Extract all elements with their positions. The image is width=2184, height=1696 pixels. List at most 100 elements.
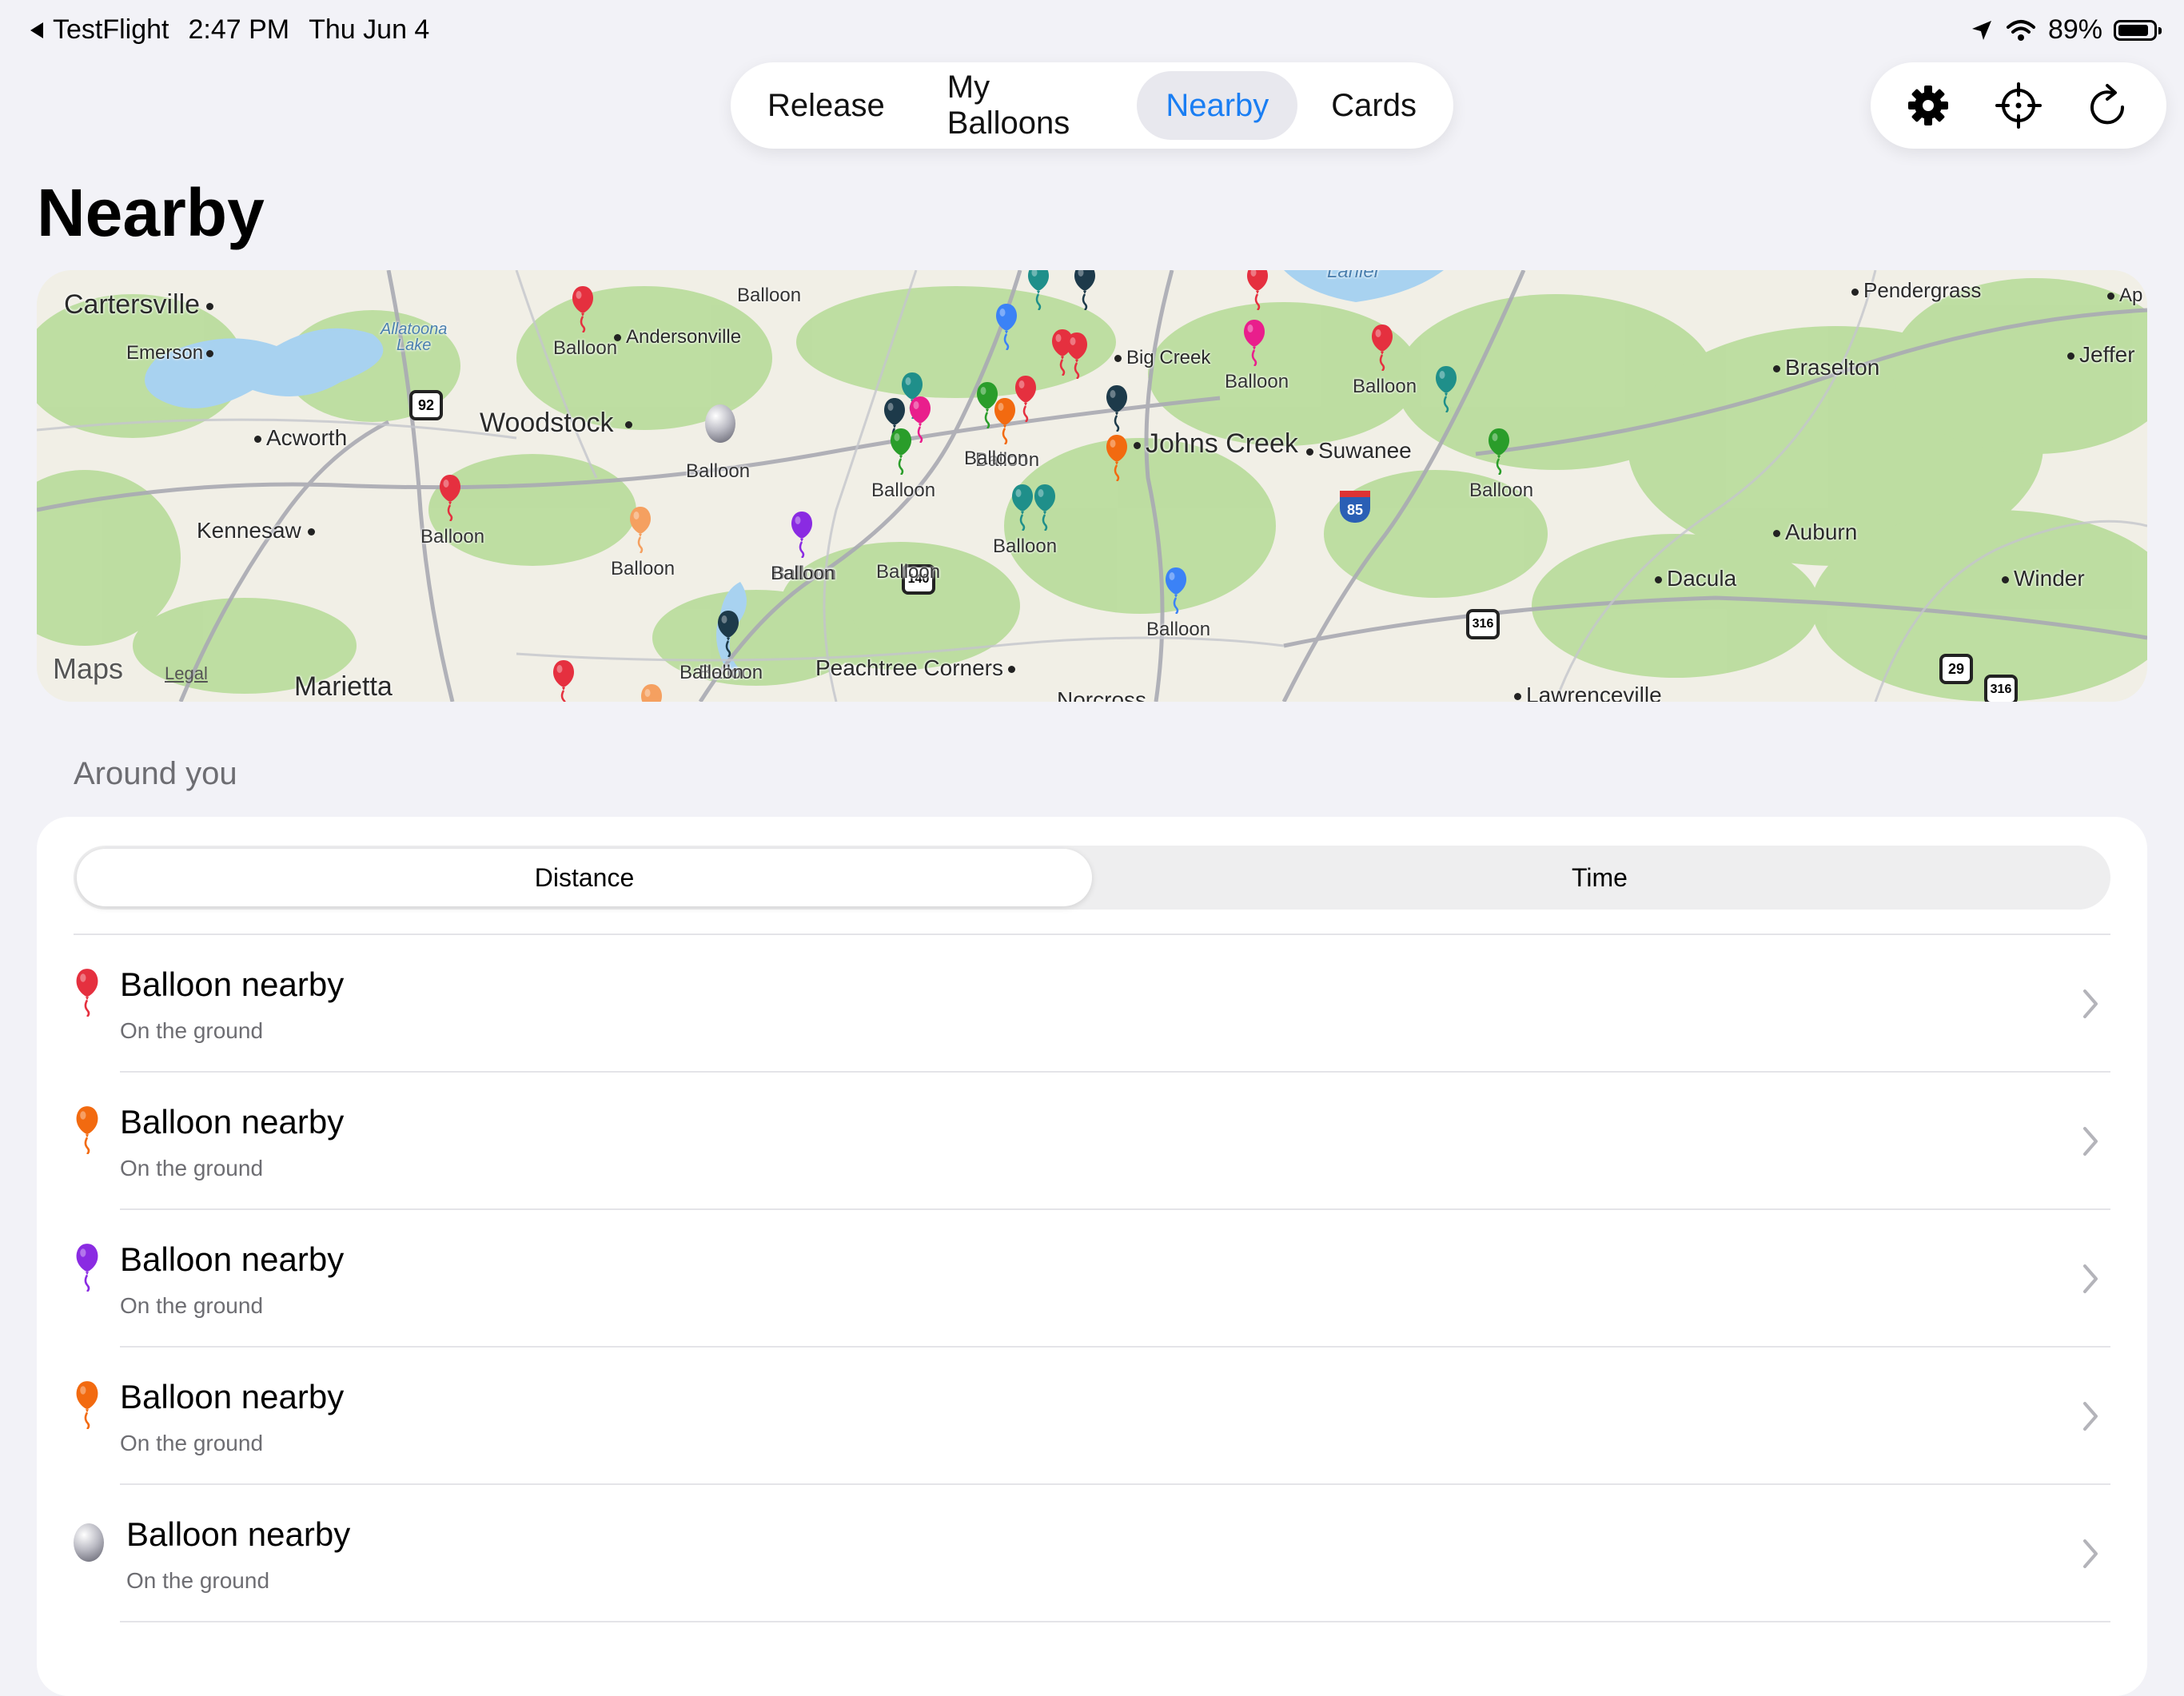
place-auburn: Auburn bbox=[1773, 520, 1857, 545]
list-item[interactable]: Balloon nearby On the ground bbox=[74, 935, 2110, 1073]
list-item-title: Balloon nearby bbox=[120, 1240, 345, 1278]
map-balloon-label: Balloon bbox=[737, 285, 802, 306]
map-balloon-label: Balloon bbox=[1146, 619, 1211, 640]
battery-percent: 89% bbox=[2047, 14, 2102, 45]
place-marietta: Marietta bbox=[294, 671, 393, 702]
highway-shield-316: 316 bbox=[1466, 609, 1500, 639]
map-balloon-label: Balloon bbox=[964, 448, 1029, 469]
back-triangle-icon bbox=[30, 22, 43, 38]
place-allatoona-lake: Allatoona Lake bbox=[381, 320, 448, 354]
map-balloon-pin[interactable] bbox=[1164, 566, 1188, 615]
gear-icon bbox=[1908, 86, 1949, 125]
sort-time-segment[interactable]: Time bbox=[1092, 849, 2107, 906]
list-item[interactable]: Balloon nearby On the ground bbox=[74, 1348, 2110, 1485]
tab-my-balloons[interactable]: My Balloons bbox=[919, 70, 1133, 141]
map-balloon-pin[interactable] bbox=[571, 285, 595, 333]
tab-release[interactable]: Release bbox=[739, 71, 914, 140]
map-balloon-pin[interactable] bbox=[1242, 318, 1266, 367]
place-lanier: Lanier bbox=[1327, 270, 1381, 282]
balloon-icon bbox=[74, 1523, 104, 1562]
map-balloon-pin[interactable] bbox=[1033, 483, 1057, 531]
place-suwanee: Suwanee bbox=[1306, 438, 1412, 464]
balloon-icon bbox=[74, 1379, 101, 1430]
chevron-right-icon bbox=[2083, 1264, 2098, 1293]
maps-legal-link[interactable]: Legal bbox=[165, 663, 208, 684]
map-balloon-label: Balloon bbox=[611, 558, 676, 579]
map-balloon-pin[interactable] bbox=[1010, 483, 1034, 531]
map-balloon-pin[interactable] bbox=[628, 505, 652, 554]
chevron-right-icon bbox=[2083, 989, 2098, 1018]
place-kennesaw: Kennesaw bbox=[197, 518, 320, 543]
list-item-subtitle: On the ground bbox=[120, 1018, 264, 1043]
locate-button[interactable] bbox=[1987, 74, 2050, 137]
place-dacula: Dacula bbox=[1655, 566, 1736, 591]
map-balloon-label: Balloon bbox=[876, 561, 941, 583]
back-to-app-button[interactable]: TestFlight bbox=[29, 14, 169, 46]
list-item-title: Balloon nearby bbox=[120, 1378, 345, 1415]
chevron-right-icon bbox=[2083, 1539, 2098, 1568]
list-item-title: Balloon nearby bbox=[126, 1515, 351, 1553]
section-label-around-you: Around you bbox=[74, 756, 237, 791]
map-balloon-silver[interactable] bbox=[705, 404, 735, 443]
map-balloon-pin[interactable] bbox=[640, 683, 664, 702]
place-johns-creek: Johns Creek bbox=[1134, 428, 1298, 460]
map-balloon-label: Balloon bbox=[1353, 376, 1417, 397]
map-balloon-pin[interactable] bbox=[552, 659, 576, 702]
list-item-subtitle: On the ground bbox=[120, 1293, 264, 1318]
sort-distance-segment[interactable]: Distance bbox=[77, 849, 1092, 906]
map-balloon-pin[interactable] bbox=[1434, 364, 1458, 413]
map-balloon-pin[interactable] bbox=[1370, 323, 1394, 372]
page-title: Nearby bbox=[37, 175, 265, 250]
place-braselton: Braselton bbox=[1773, 355, 1879, 380]
list-item[interactable]: Balloon nearby On the ground bbox=[74, 1210, 2110, 1348]
chevron-right-icon bbox=[2083, 1127, 2098, 1156]
map-balloon-pin[interactable] bbox=[438, 473, 462, 522]
tab-cards[interactable]: Cards bbox=[1302, 71, 1445, 140]
balloon-icon bbox=[74, 967, 101, 1017]
highway-shield-29: 29 bbox=[1939, 654, 1973, 684]
location-arrow-icon bbox=[1971, 20, 1991, 40]
map-base bbox=[37, 270, 2147, 702]
map-balloon-pin[interactable] bbox=[993, 396, 1017, 445]
map-balloon-pin[interactable] bbox=[716, 609, 740, 658]
place-pendergrass: Pendergrass bbox=[1851, 278, 1981, 303]
refresh-button[interactable] bbox=[2077, 74, 2141, 137]
place-emerson: Emerson bbox=[126, 342, 218, 364]
main-tab-bar: Release My Balloons Nearby Cards bbox=[731, 62, 1453, 149]
map-balloon-label: Balloon bbox=[686, 460, 751, 482]
map-balloon-pin[interactable] bbox=[1245, 270, 1269, 311]
map-balloon-label: Balloon bbox=[420, 526, 485, 547]
map-balloon-pin[interactable] bbox=[889, 427, 913, 476]
tab-nearby[interactable]: Nearby bbox=[1137, 71, 1298, 140]
map-balloon-pin[interactable] bbox=[1105, 384, 1129, 432]
list-item-title: Balloon nearby bbox=[120, 965, 345, 1003]
map-balloon-pin[interactable] bbox=[1487, 427, 1511, 476]
map-balloon-pin[interactable] bbox=[790, 510, 814, 559]
balloon-icon bbox=[74, 1242, 101, 1292]
map-balloon-pin[interactable] bbox=[1065, 331, 1089, 380]
settings-button[interactable] bbox=[1896, 74, 1960, 137]
map-balloon-label: Balloon bbox=[680, 662, 744, 683]
place-big-creek: Big Creek bbox=[1114, 347, 1210, 369]
balloon-icon bbox=[74, 1105, 101, 1155]
map-balloon-pin[interactable] bbox=[1014, 374, 1038, 423]
list-item-subtitle: On the ground bbox=[120, 1431, 264, 1455]
list-item-subtitle: On the ground bbox=[126, 1568, 270, 1593]
place-lawrenceville: Lawrenceville bbox=[1514, 683, 1662, 702]
map-balloon-label: Balloon bbox=[553, 337, 618, 359]
refresh-icon bbox=[2090, 84, 2124, 125]
list-item[interactable]: Balloon nearby On the ground bbox=[74, 1073, 2110, 1210]
map-balloon-label: Balloon bbox=[871, 480, 936, 501]
nearby-map[interactable]: Cartersville Emerson Allatoona Lake Ande… bbox=[37, 270, 2147, 702]
battery-icon bbox=[2114, 19, 2162, 41]
list-item[interactable]: Balloon nearby On the ground bbox=[74, 1485, 2110, 1622]
place-cartersville: Cartersville bbox=[64, 289, 218, 320]
map-balloon-label: Balloon bbox=[771, 563, 835, 584]
map-balloon-pin[interactable] bbox=[1026, 270, 1050, 311]
place-winder: Winder bbox=[2002, 566, 2085, 591]
place-jefferson: Jeffer bbox=[2067, 342, 2135, 368]
list-item-subtitle: On the ground bbox=[120, 1156, 264, 1180]
map-balloon-pin[interactable] bbox=[1105, 433, 1129, 482]
map-balloon-pin[interactable] bbox=[1073, 270, 1097, 311]
map-balloon-pin[interactable] bbox=[994, 302, 1018, 351]
